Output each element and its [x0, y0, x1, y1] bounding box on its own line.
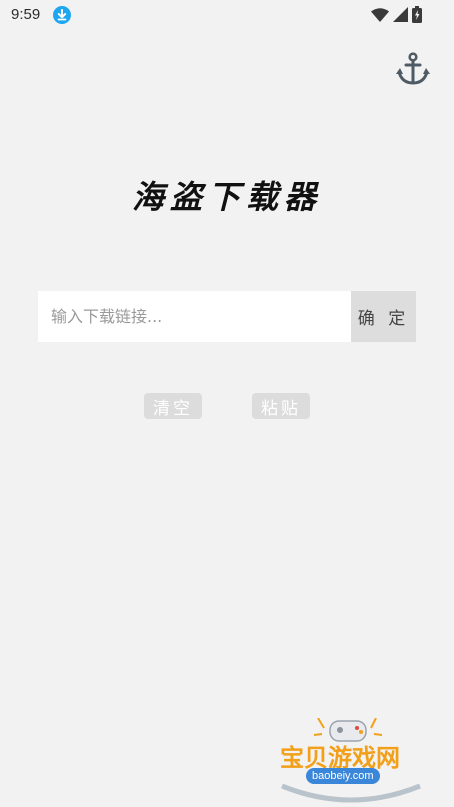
- signal-icon: [393, 7, 408, 26]
- confirm-button[interactable]: 确 定: [351, 291, 416, 342]
- battery-icon: [412, 6, 422, 27]
- app-title: 海盗下载器: [131, 178, 322, 216]
- wifi-icon: [371, 7, 389, 26]
- anchor-button[interactable]: [394, 52, 432, 90]
- watermark-logo: 宝贝游戏网 baobeiy.com: [278, 718, 424, 803]
- clear-button[interactable]: 清空: [144, 393, 202, 419]
- status-time: 9:59: [11, 6, 41, 23]
- status-icons: [371, 6, 422, 27]
- url-input-row: 确 定: [38, 291, 416, 342]
- paste-button[interactable]: 粘贴: [252, 393, 310, 419]
- url-input[interactable]: [38, 291, 351, 342]
- anchor-icon: [396, 52, 430, 90]
- watermark-url: baobeiy.com: [306, 768, 380, 784]
- status-bar: 9:59: [0, 0, 454, 30]
- download-icon: [53, 6, 71, 24]
